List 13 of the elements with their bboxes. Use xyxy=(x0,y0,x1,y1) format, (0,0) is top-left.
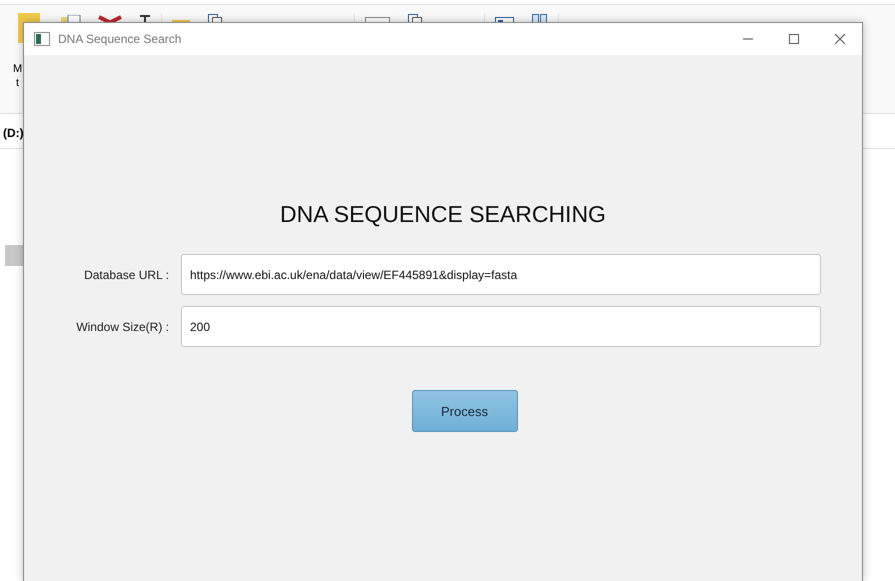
field-label: Window Size(R) : xyxy=(75,320,169,334)
close-icon[interactable] xyxy=(834,33,846,45)
app-icon xyxy=(34,32,50,46)
scroll-marker xyxy=(5,245,23,266)
input-field[interactable]: 200 xyxy=(181,306,821,347)
field-label: Database URL : xyxy=(83,268,169,282)
location-text: (D:) xyxy=(3,126,24,140)
input-field[interactable]: https://www.ebi.ac.uk/ena/data/view/EF445891&display=fasta xyxy=(181,254,821,295)
ribbon-button-label[interactable]: M t xyxy=(13,62,22,90)
form-heading: DNA SEQUENCE SEARCHING xyxy=(280,201,606,228)
process-button[interactable]: Process xyxy=(412,390,518,432)
window-title: DNA Sequence Search xyxy=(58,32,182,46)
maximize-icon[interactable] xyxy=(788,33,800,45)
